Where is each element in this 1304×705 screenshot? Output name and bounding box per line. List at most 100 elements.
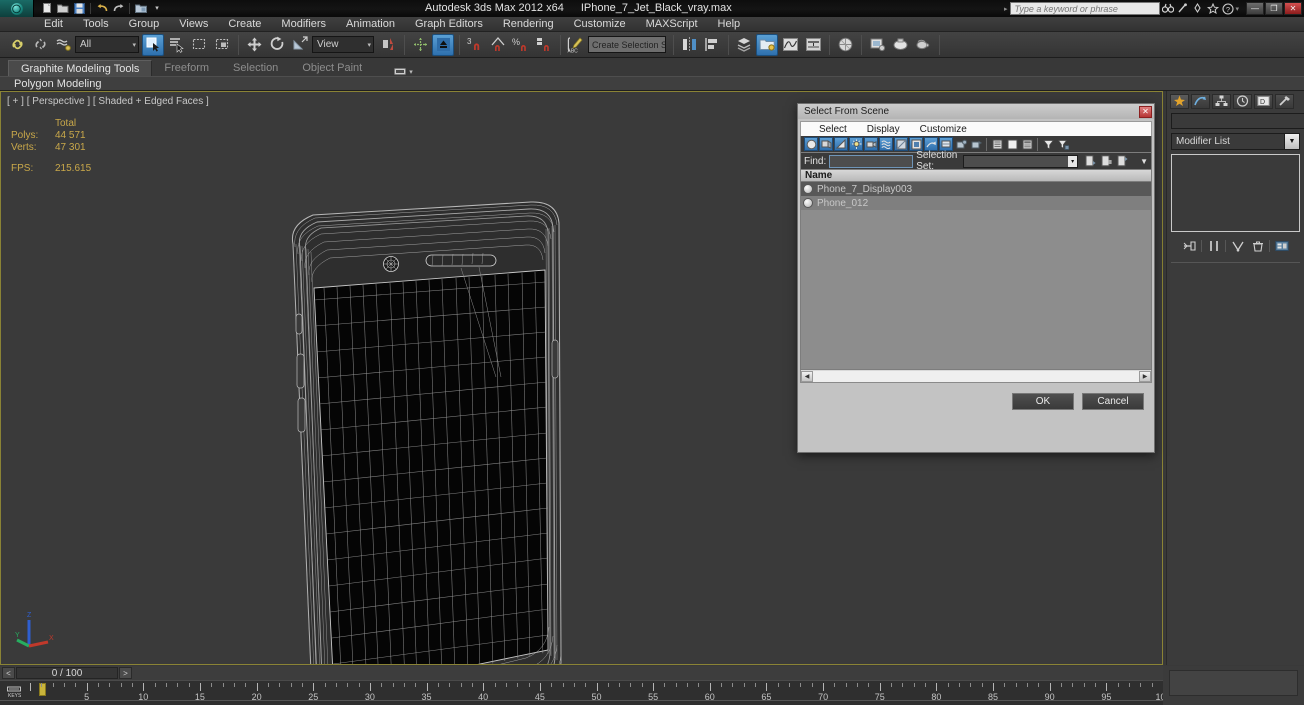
snaps-toggle-3d-icon[interactable]: 3 [464, 34, 486, 56]
angle-snap-toggle-icon[interactable] [487, 34, 509, 56]
menu-rendering[interactable]: Rendering [493, 17, 564, 32]
open-file-icon[interactable] [56, 2, 70, 16]
edit-selection-set-icon[interactable] [1115, 154, 1129, 168]
dialog-menu-customize[interactable]: Customize [910, 124, 977, 135]
remove-selection-set-icon[interactable] [1099, 154, 1113, 168]
create-tab[interactable] [1170, 93, 1189, 109]
minimize-button[interactable]: — [1246, 2, 1264, 15]
display-xrefs-icon[interactable] [924, 137, 938, 151]
configure-modifier-sets-icon[interactable] [1273, 239, 1290, 254]
menu-graph-editors[interactable]: Graph Editors [405, 17, 493, 32]
expand-all-icon[interactable] [990, 137, 1004, 151]
utilities-tab[interactable] [1275, 93, 1294, 109]
motion-tab[interactable] [1233, 93, 1252, 109]
collapse-all-icon[interactable] [1005, 137, 1019, 151]
next-frame-button[interactable]: > [119, 667, 132, 679]
find-input[interactable] [829, 154, 914, 168]
remove-modifier-icon[interactable] [1249, 239, 1266, 254]
display-space-warps-icon[interactable] [894, 137, 908, 151]
subscription-center-icon[interactable] [1190, 1, 1205, 16]
scroll-left-icon[interactable]: ◀ [801, 370, 813, 382]
modifier-stack-list[interactable] [1171, 154, 1300, 232]
edit-named-selection-sets-icon[interactable]: ABC [565, 34, 587, 56]
dialog-close-icon[interactable]: ✕ [1139, 105, 1152, 118]
menu-tools[interactable]: Tools [73, 17, 119, 32]
display-cameras-icon[interactable] [864, 137, 878, 151]
advanced-filter-icon[interactable] [1056, 137, 1070, 151]
search-binoculars-icon[interactable] [1160, 1, 1175, 16]
tab-graphite-modeling-tools[interactable]: Graphite Modeling Tools [8, 60, 153, 76]
display-bones-icon[interactable] [939, 137, 953, 151]
tab-object-paint[interactable]: Object Paint [290, 60, 374, 76]
selection-set-combo[interactable]: ▾ [963, 154, 1079, 168]
select-children-icon[interactable] [1020, 137, 1034, 151]
display-lights-icon[interactable] [849, 137, 863, 151]
object-name-input[interactable] [1171, 113, 1304, 129]
material-editor-icon[interactable] [834, 34, 856, 56]
pin-stack-icon[interactable] [1181, 239, 1198, 254]
redo-icon[interactable] [111, 2, 125, 16]
add-selection-set-icon[interactable] [1083, 154, 1097, 168]
tab-freeform[interactable]: Freeform [152, 60, 221, 76]
current-frame-display[interactable]: 0 / 100 [16, 667, 118, 679]
make-unique-icon[interactable] [1229, 239, 1246, 254]
display-shapes-icon[interactable] [834, 137, 848, 151]
display-tab[interactable]: D [1254, 93, 1273, 109]
use-selection-center-icon[interactable] [409, 34, 431, 56]
percent-snap-toggle-icon[interactable]: % [510, 34, 532, 56]
select-from-scene-dialog[interactable]: Select From Scene ✕ Select Display Custo… [797, 103, 1155, 453]
select-and-scale-icon[interactable] [289, 34, 311, 56]
mirror-icon[interactable] [678, 34, 700, 56]
rendered-frame-window-icon[interactable] [889, 34, 911, 56]
select-and-link-icon[interactable] [6, 34, 28, 56]
restore-button[interactable]: ❐ [1265, 2, 1283, 15]
scroll-right-icon[interactable]: ▶ [1139, 370, 1151, 382]
undo-icon[interactable] [95, 2, 109, 16]
help-icon[interactable]: ? [1220, 1, 1235, 16]
scene-node-list[interactable]: Phone_7_Display003 Phone_012 [800, 182, 1152, 370]
dialog-title-bar[interactable]: Select From Scene ✕ [798, 104, 1154, 119]
keyword-search-input[interactable] [1010, 2, 1161, 15]
spinner-snap-toggle-icon[interactable] [533, 34, 555, 56]
tab-selection[interactable]: Selection [221, 60, 290, 76]
menu-views[interactable]: Views [169, 17, 218, 32]
menu-help[interactable]: Help [708, 17, 751, 32]
use-transform-coordinate-center-icon[interactable] [432, 33, 454, 56]
qat-overflow-icon[interactable]: ▾ [150, 2, 164, 16]
menu-create[interactable]: Create [218, 17, 271, 32]
hierarchy-tab[interactable] [1212, 93, 1231, 109]
table-row[interactable]: Phone_7_Display003 [801, 182, 1151, 196]
set-project-folder-icon[interactable] [134, 2, 148, 16]
unlink-selection-icon[interactable] [29, 34, 51, 56]
cancel-button[interactable]: Cancel [1082, 392, 1144, 410]
dialog-horizontal-scrollbar[interactable]: ◀ ▶ [800, 370, 1152, 383]
display-helpers-icon[interactable] [879, 137, 893, 151]
menu-animation[interactable]: Animation [336, 17, 405, 32]
render-setup-icon[interactable] [866, 34, 888, 56]
modifier-list-dropdown[interactable]: Modifier List ▼ [1171, 133, 1300, 150]
dialog-list-header[interactable]: Name [800, 170, 1152, 182]
application-menu-button[interactable]: ◯ [0, 0, 34, 17]
menu-edit[interactable]: Edit [34, 17, 73, 32]
menu-maxscript[interactable]: MAXScript [636, 17, 708, 32]
window-crossing-toggle-icon[interactable] [211, 34, 233, 56]
info-center-expand-icon[interactable]: ▸ [1004, 5, 1008, 13]
select-object-button[interactable] [142, 33, 164, 56]
modify-tab[interactable] [1191, 93, 1210, 109]
close-button[interactable]: ✕ [1284, 2, 1302, 15]
favorites-star-icon[interactable] [1205, 1, 1220, 16]
menu-customize[interactable]: Customize [564, 17, 636, 32]
help-dropdown-icon[interactable]: ▾ [1235, 5, 1239, 13]
selection-filter-combo[interactable]: All ▾ [75, 36, 139, 53]
display-groups-icon[interactable] [909, 137, 923, 151]
display-all-icon[interactable] [804, 137, 818, 151]
menu-group[interactable]: Group [119, 17, 170, 32]
scrollbar-track[interactable] [813, 370, 1139, 382]
render-production-icon[interactable] [912, 34, 934, 56]
ok-button[interactable]: OK [1012, 392, 1074, 410]
layer-manager-icon[interactable] [733, 34, 755, 56]
dialog-menu-display[interactable]: Display [857, 124, 910, 135]
show-end-result-icon[interactable] [1205, 239, 1222, 254]
curve-editor-icon[interactable] [779, 34, 801, 56]
named-selection-set-combo[interactable]: Create Selection Se ▾ [588, 36, 666, 53]
